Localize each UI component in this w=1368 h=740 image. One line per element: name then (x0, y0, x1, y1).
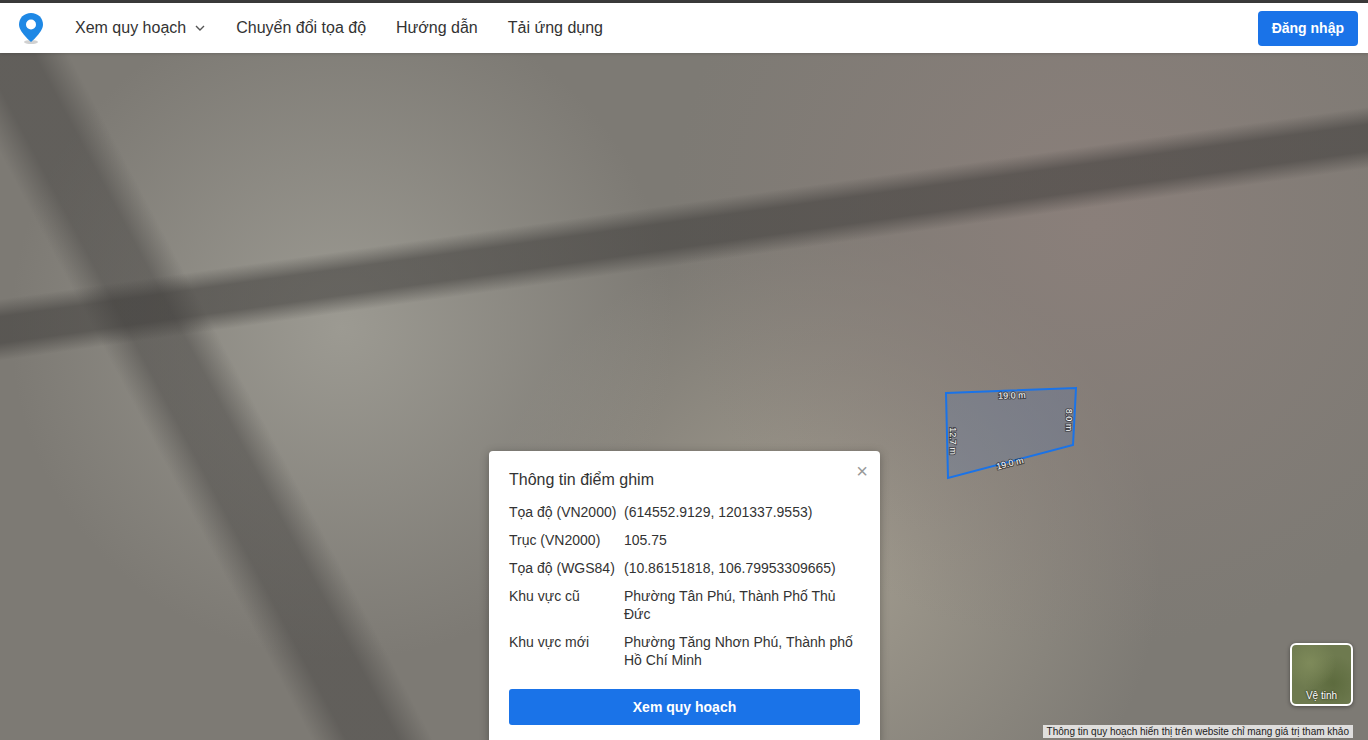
layer-toggle[interactable]: Vệ tinh (1290, 643, 1353, 706)
logo[interactable] (15, 10, 47, 46)
info-list: Tọa độ (VN2000)(614552.9129, 1201337.955… (509, 503, 860, 669)
info-label: Khu vực cũ (509, 587, 624, 623)
parcel-polygon[interactable] (946, 388, 1076, 478)
login-button[interactable]: Đăng nhập (1258, 11, 1358, 46)
info-label: Trục (VN2000) (509, 531, 624, 549)
layer-label: Vệ tinh (1306, 690, 1337, 701)
edge-length: 12.7 m (948, 427, 958, 455)
menu-item[interactable]: Hướng dẫn (396, 19, 478, 37)
view-planning-button[interactable]: Xem quy hoạch (509, 689, 860, 725)
popup-header: Thông tin điểm ghim× (509, 467, 860, 489)
menu-item[interactable]: Tải ứng dụng (508, 19, 603, 37)
info-value: 105.75 (624, 531, 860, 549)
info-label: Tọa độ (WGS84) (509, 559, 624, 577)
map-view[interactable]: 19.0 m 8.0 m 19.0 m 12.7 m Thông tin điểm gh… (0, 53, 1368, 740)
page: Xem quy hoạch Chuyển đổi tọa độ Hướng dẫn T… (0, 0, 1368, 740)
menu-item[interactable]: Xem quy hoạch (75, 19, 206, 37)
edge-length: 19.0 m (995, 455, 1024, 471)
chevron-down-icon (194, 22, 206, 34)
attribution: Thông tin quy hoạch hiển thị trên websit… (1043, 725, 1353, 738)
info-value: Phường Tân Phú, Thành Phố Thủ Đức (624, 587, 860, 623)
menu-item[interactable]: Chuyển đổi tọa độ (236, 19, 366, 37)
info-value: (614552.9129, 1201337.9553) (624, 503, 860, 521)
edge-length: 8.0 m (1064, 409, 1074, 432)
navbar: Xem quy hoạch Chuyển đổi tọa độ Hướng dẫn T… (0, 3, 1368, 53)
info-label: Khu vực mới (509, 633, 624, 669)
edge-length: 19.0 m (998, 390, 1026, 401)
close-button[interactable]: × (856, 461, 868, 481)
info-value: Phường Tăng Nhơn Phú, Thành phố Hồ Chí M… (624, 633, 860, 669)
pin-info-popup: Thông tin điểm ghim×Tọa độ (VN2000)(6145… (489, 451, 880, 740)
info-value: (10.86151818, 106.79953309665) (624, 559, 860, 577)
info-label: Tọa độ (VN2000) (509, 503, 624, 521)
location-pin-icon (16, 11, 46, 45)
main-menu: Xem quy hoạch Chuyển đổi tọa độ Hướng dẫn T… (75, 19, 1258, 37)
popup-title: Thông tin điểm ghim (509, 467, 654, 489)
